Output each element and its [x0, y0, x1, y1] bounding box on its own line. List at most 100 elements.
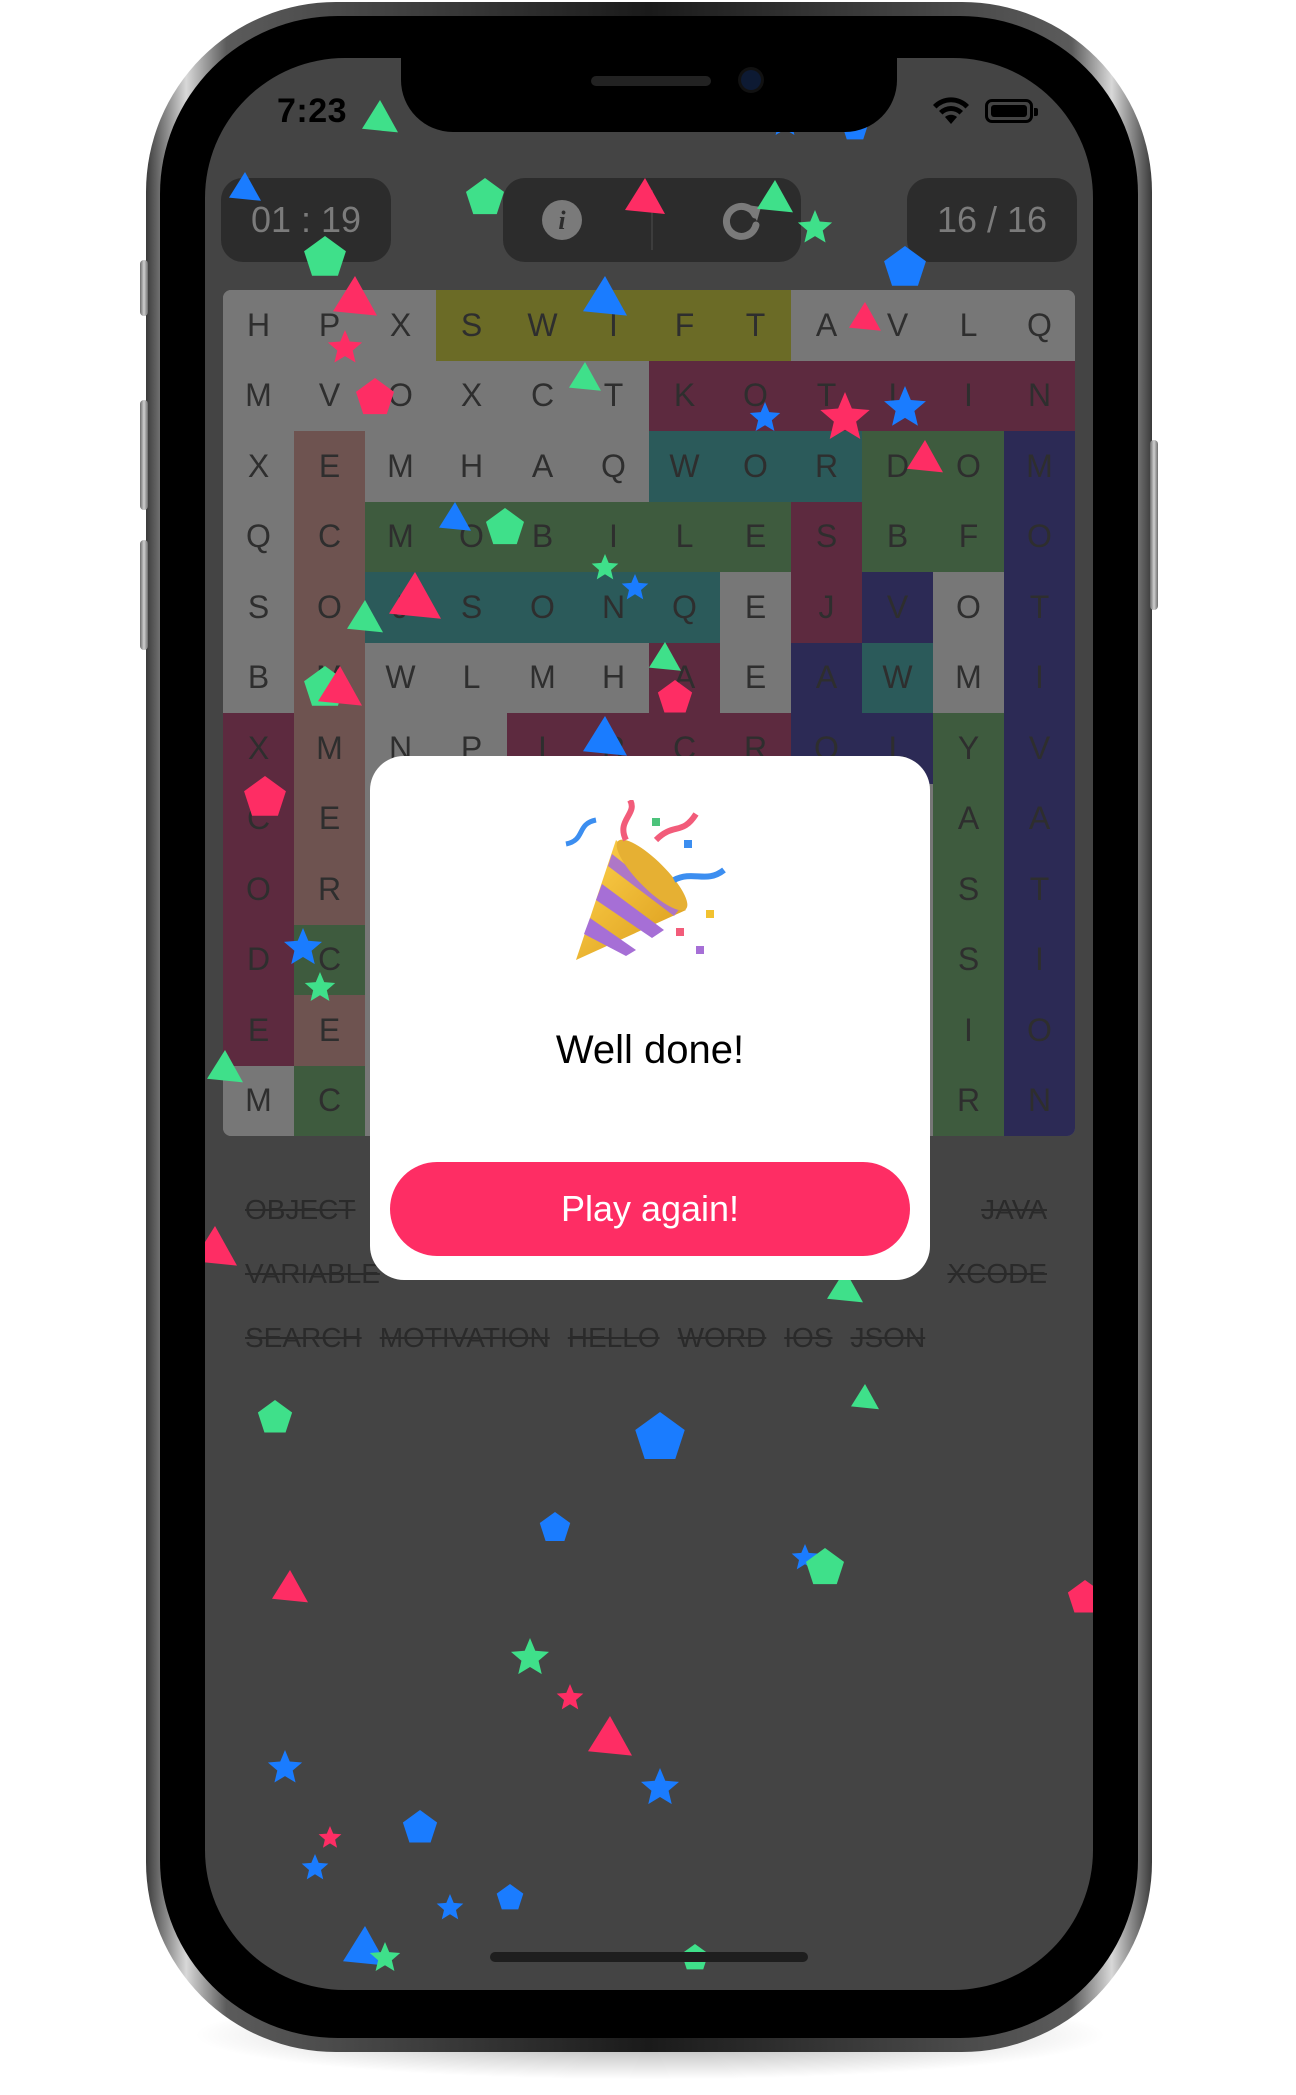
grid-cell[interactable]: X — [365, 290, 436, 361]
grid-cell[interactable]: S — [933, 854, 1004, 925]
grid-cell[interactable]: W — [649, 431, 720, 502]
grid-cell[interactable]: T — [720, 290, 791, 361]
grid-cell[interactable]: F — [933, 501, 1004, 572]
grid-cell[interactable]: R — [294, 854, 365, 925]
grid-cell[interactable]: V — [862, 572, 933, 643]
grid-cell[interactable]: O — [365, 360, 436, 431]
grid-cell[interactable]: X — [223, 431, 294, 502]
grid-cell[interactable]: Y — [933, 713, 1004, 784]
grid-cell[interactable]: H — [578, 642, 649, 713]
home-indicator[interactable] — [490, 1952, 808, 1962]
grid-cell[interactable]: N — [1004, 360, 1075, 431]
grid-cell[interactable]: C — [294, 501, 365, 572]
grid-cell[interactable]: V — [1004, 713, 1075, 784]
grid-cell[interactable]: Q — [649, 572, 720, 643]
grid-cell[interactable]: M — [365, 431, 436, 502]
grid-cell[interactable]: J — [791, 572, 862, 643]
grid-cell[interactable]: N — [1004, 1065, 1075, 1136]
grid-cell[interactable]: H — [436, 431, 507, 502]
grid-cell[interactable]: B — [507, 501, 578, 572]
grid-cell[interactable]: S — [436, 290, 507, 361]
grid-cell[interactable]: P — [294, 290, 365, 361]
grid-cell[interactable]: E — [223, 995, 294, 1066]
grid-cell[interactable]: S — [791, 501, 862, 572]
grid-cell[interactable]: L — [649, 501, 720, 572]
grid-cell[interactable]: W — [507, 290, 578, 361]
grid-cell[interactable]: C — [294, 1065, 365, 1136]
grid-cell[interactable]: O — [223, 854, 294, 925]
grid-cell[interactable]: O — [933, 572, 1004, 643]
play-again-button[interactable]: Play again! — [390, 1162, 910, 1256]
grid-cell[interactable]: O — [1004, 995, 1075, 1066]
grid-cell[interactable]: Q — [578, 431, 649, 502]
grid-cell[interactable]: E — [720, 572, 791, 643]
grid-cell[interactable]: B — [223, 642, 294, 713]
grid-cell[interactable]: C — [223, 783, 294, 854]
grid-cell[interactable]: M — [1004, 431, 1075, 502]
grid-cell[interactable]: I — [578, 290, 649, 361]
grid-cell[interactable]: I — [933, 995, 1004, 1066]
grid-cell[interactable]: W — [365, 642, 436, 713]
grid-cell[interactable]: A — [1004, 783, 1075, 854]
grid-cell[interactable]: D — [862, 431, 933, 502]
grid-cell[interactable]: V — [294, 360, 365, 431]
grid-cell[interactable]: M — [365, 501, 436, 572]
grid-cell[interactable]: I — [1004, 642, 1075, 713]
grid-cell[interactable]: T — [791, 360, 862, 431]
grid-cell[interactable]: E — [720, 501, 791, 572]
grid-cell[interactable]: M — [223, 1065, 294, 1136]
grid-cell[interactable]: C — [507, 360, 578, 431]
grid-cell[interactable]: O — [436, 501, 507, 572]
grid-cell[interactable]: O — [294, 572, 365, 643]
grid-cell[interactable]: J — [365, 572, 436, 643]
grid-cell[interactable]: Q — [1004, 290, 1075, 361]
grid-cell[interactable]: M — [223, 360, 294, 431]
grid-cell[interactable]: M — [294, 642, 365, 713]
grid-cell[interactable]: I — [933, 360, 1004, 431]
grid-cell[interactable]: H — [223, 290, 294, 361]
grid-cell[interactable]: N — [578, 572, 649, 643]
grid-cell[interactable]: F — [649, 290, 720, 361]
grid-cell[interactable]: K — [649, 360, 720, 431]
grid-cell[interactable]: I — [578, 501, 649, 572]
grid-cell[interactable]: T — [578, 360, 649, 431]
grid-cell[interactable]: M — [294, 713, 365, 784]
grid-cell[interactable]: A — [507, 431, 578, 502]
grid-cell[interactable]: E — [294, 783, 365, 854]
grid-cell[interactable]: I — [1004, 924, 1075, 995]
grid-cell[interactable]: T — [1004, 572, 1075, 643]
grid-cell[interactable]: E — [294, 431, 365, 502]
grid-cell[interactable]: S — [933, 924, 1004, 995]
grid-cell[interactable]: X — [223, 713, 294, 784]
grid-cell[interactable]: A — [649, 642, 720, 713]
grid-cell[interactable]: R — [791, 431, 862, 502]
grid-cell[interactable]: O — [720, 431, 791, 502]
grid-cell[interactable]: Q — [223, 501, 294, 572]
grid-cell[interactable]: R — [933, 1065, 1004, 1136]
grid-cell[interactable]: V — [862, 290, 933, 361]
restart-button[interactable] — [712, 190, 772, 250]
grid-cell[interactable]: A — [791, 642, 862, 713]
grid-cell[interactable]: E — [294, 995, 365, 1066]
grid-cell[interactable]: D — [223, 924, 294, 995]
grid-cell[interactable]: E — [720, 642, 791, 713]
grid-cell[interactable]: O — [720, 360, 791, 431]
grid-cell[interactable]: A — [933, 783, 1004, 854]
grid-cell[interactable]: M — [933, 642, 1004, 713]
grid-cell[interactable]: M — [507, 642, 578, 713]
grid-cell[interactable]: A — [791, 290, 862, 361]
grid-cell[interactable]: L — [933, 290, 1004, 361]
grid-cell[interactable]: O — [507, 572, 578, 643]
grid-cell[interactable]: W — [862, 642, 933, 713]
grid-cell[interactable]: L — [436, 642, 507, 713]
grid-cell[interactable]: B — [862, 501, 933, 572]
grid-cell[interactable]: T — [1004, 854, 1075, 925]
grid-cell[interactable]: S — [223, 572, 294, 643]
info-button[interactable]: i — [532, 190, 592, 250]
grid-cell[interactable]: O — [933, 431, 1004, 502]
grid-cell[interactable]: X — [436, 360, 507, 431]
grid-cell[interactable]: C — [294, 924, 365, 995]
grid-cell[interactable]: L — [862, 360, 933, 431]
grid-cell[interactable]: O — [1004, 501, 1075, 572]
grid-cell[interactable]: S — [436, 572, 507, 643]
